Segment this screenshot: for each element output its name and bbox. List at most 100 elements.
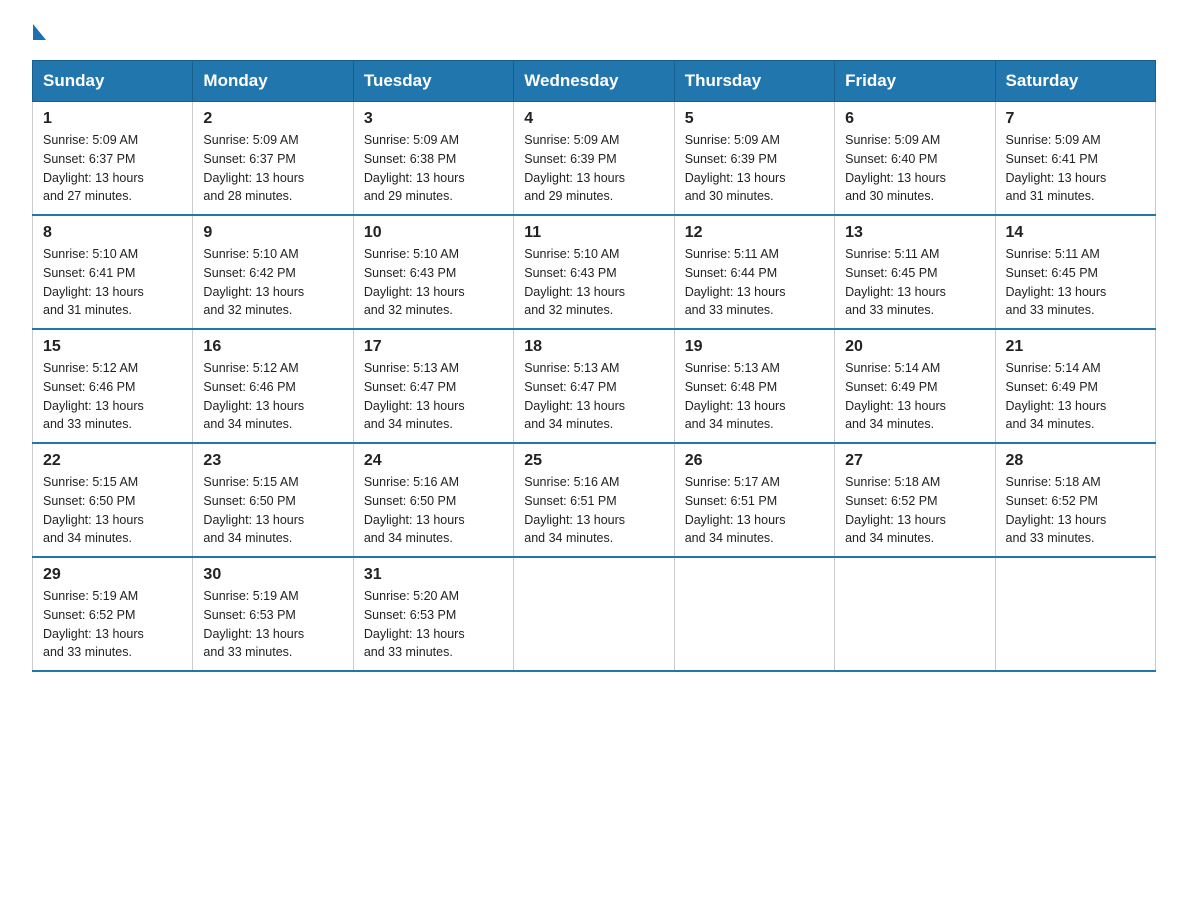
calendar-cell: 25 Sunrise: 5:16 AMSunset: 6:51 PMDaylig… <box>514 443 674 557</box>
day-number: 19 <box>685 338 824 356</box>
calendar-cell: 2 Sunrise: 5:09 AMSunset: 6:37 PMDayligh… <box>193 102 353 216</box>
week-row-2: 8 Sunrise: 5:10 AMSunset: 6:41 PMDayligh… <box>33 215 1156 329</box>
day-info: Sunrise: 5:17 AMSunset: 6:51 PMDaylight:… <box>685 475 786 545</box>
calendar-cell: 1 Sunrise: 5:09 AMSunset: 6:37 PMDayligh… <box>33 102 193 216</box>
calendar-cell: 20 Sunrise: 5:14 AMSunset: 6:49 PMDaylig… <box>835 329 995 443</box>
day-number: 31 <box>364 566 503 584</box>
day-info: Sunrise: 5:13 AMSunset: 6:48 PMDaylight:… <box>685 361 786 431</box>
page-header <box>32 24 1156 40</box>
header-wednesday: Wednesday <box>514 61 674 102</box>
day-info: Sunrise: 5:09 AMSunset: 6:41 PMDaylight:… <box>1006 133 1107 203</box>
day-number: 13 <box>845 224 984 242</box>
week-row-4: 22 Sunrise: 5:15 AMSunset: 6:50 PMDaylig… <box>33 443 1156 557</box>
day-info: Sunrise: 5:09 AMSunset: 6:39 PMDaylight:… <box>524 133 625 203</box>
calendar-cell: 7 Sunrise: 5:09 AMSunset: 6:41 PMDayligh… <box>995 102 1155 216</box>
day-number: 14 <box>1006 224 1145 242</box>
day-info: Sunrise: 5:19 AMSunset: 6:52 PMDaylight:… <box>43 589 144 659</box>
day-number: 16 <box>203 338 342 356</box>
calendar-cell: 10 Sunrise: 5:10 AMSunset: 6:43 PMDaylig… <box>353 215 513 329</box>
calendar-cell: 8 Sunrise: 5:10 AMSunset: 6:41 PMDayligh… <box>33 215 193 329</box>
week-row-1: 1 Sunrise: 5:09 AMSunset: 6:37 PMDayligh… <box>33 102 1156 216</box>
day-info: Sunrise: 5:14 AMSunset: 6:49 PMDaylight:… <box>1006 361 1107 431</box>
day-number: 21 <box>1006 338 1145 356</box>
day-number: 17 <box>364 338 503 356</box>
day-number: 23 <box>203 452 342 470</box>
day-info: Sunrise: 5:18 AMSunset: 6:52 PMDaylight:… <box>1006 475 1107 545</box>
day-info: Sunrise: 5:09 AMSunset: 6:37 PMDaylight:… <box>203 133 304 203</box>
calendar-cell: 21 Sunrise: 5:14 AMSunset: 6:49 PMDaylig… <box>995 329 1155 443</box>
day-number: 20 <box>845 338 984 356</box>
day-info: Sunrise: 5:16 AMSunset: 6:51 PMDaylight:… <box>524 475 625 545</box>
header-saturday: Saturday <box>995 61 1155 102</box>
day-number: 26 <box>685 452 824 470</box>
calendar-cell: 18 Sunrise: 5:13 AMSunset: 6:47 PMDaylig… <box>514 329 674 443</box>
day-info: Sunrise: 5:09 AMSunset: 6:39 PMDaylight:… <box>685 133 786 203</box>
calendar-header-row: SundayMondayTuesdayWednesdayThursdayFrid… <box>33 61 1156 102</box>
day-number: 18 <box>524 338 663 356</box>
calendar-cell: 6 Sunrise: 5:09 AMSunset: 6:40 PMDayligh… <box>835 102 995 216</box>
day-info: Sunrise: 5:10 AMSunset: 6:43 PMDaylight:… <box>364 247 465 317</box>
day-info: Sunrise: 5:13 AMSunset: 6:47 PMDaylight:… <box>364 361 465 431</box>
day-info: Sunrise: 5:15 AMSunset: 6:50 PMDaylight:… <box>43 475 144 545</box>
header-thursday: Thursday <box>674 61 834 102</box>
day-number: 29 <box>43 566 182 584</box>
calendar-cell: 12 Sunrise: 5:11 AMSunset: 6:44 PMDaylig… <box>674 215 834 329</box>
calendar-cell <box>514 557 674 671</box>
calendar-cell: 15 Sunrise: 5:12 AMSunset: 6:46 PMDaylig… <box>33 329 193 443</box>
day-info: Sunrise: 5:19 AMSunset: 6:53 PMDaylight:… <box>203 589 304 659</box>
calendar-cell: 28 Sunrise: 5:18 AMSunset: 6:52 PMDaylig… <box>995 443 1155 557</box>
day-number: 11 <box>524 224 663 242</box>
day-info: Sunrise: 5:09 AMSunset: 6:37 PMDaylight:… <box>43 133 144 203</box>
calendar-cell: 14 Sunrise: 5:11 AMSunset: 6:45 PMDaylig… <box>995 215 1155 329</box>
calendar-cell: 29 Sunrise: 5:19 AMSunset: 6:52 PMDaylig… <box>33 557 193 671</box>
calendar-cell: 31 Sunrise: 5:20 AMSunset: 6:53 PMDaylig… <box>353 557 513 671</box>
day-info: Sunrise: 5:09 AMSunset: 6:38 PMDaylight:… <box>364 133 465 203</box>
calendar-cell: 9 Sunrise: 5:10 AMSunset: 6:42 PMDayligh… <box>193 215 353 329</box>
calendar-cell: 24 Sunrise: 5:16 AMSunset: 6:50 PMDaylig… <box>353 443 513 557</box>
day-info: Sunrise: 5:11 AMSunset: 6:44 PMDaylight:… <box>685 247 786 317</box>
day-info: Sunrise: 5:11 AMSunset: 6:45 PMDaylight:… <box>1006 247 1107 317</box>
day-info: Sunrise: 5:11 AMSunset: 6:45 PMDaylight:… <box>845 247 946 317</box>
header-sunday: Sunday <box>33 61 193 102</box>
day-number: 12 <box>685 224 824 242</box>
day-number: 1 <box>43 110 182 128</box>
day-info: Sunrise: 5:13 AMSunset: 6:47 PMDaylight:… <box>524 361 625 431</box>
day-number: 24 <box>364 452 503 470</box>
day-info: Sunrise: 5:12 AMSunset: 6:46 PMDaylight:… <box>43 361 144 431</box>
day-info: Sunrise: 5:14 AMSunset: 6:49 PMDaylight:… <box>845 361 946 431</box>
week-row-3: 15 Sunrise: 5:12 AMSunset: 6:46 PMDaylig… <box>33 329 1156 443</box>
day-info: Sunrise: 5:10 AMSunset: 6:43 PMDaylight:… <box>524 247 625 317</box>
calendar-cell: 30 Sunrise: 5:19 AMSunset: 6:53 PMDaylig… <box>193 557 353 671</box>
day-info: Sunrise: 5:20 AMSunset: 6:53 PMDaylight:… <box>364 589 465 659</box>
day-number: 30 <box>203 566 342 584</box>
day-info: Sunrise: 5:16 AMSunset: 6:50 PMDaylight:… <box>364 475 465 545</box>
day-number: 6 <box>845 110 984 128</box>
day-info: Sunrise: 5:18 AMSunset: 6:52 PMDaylight:… <box>845 475 946 545</box>
day-info: Sunrise: 5:10 AMSunset: 6:41 PMDaylight:… <box>43 247 144 317</box>
day-number: 27 <box>845 452 984 470</box>
calendar-cell: 16 Sunrise: 5:12 AMSunset: 6:46 PMDaylig… <box>193 329 353 443</box>
calendar-cell: 23 Sunrise: 5:15 AMSunset: 6:50 PMDaylig… <box>193 443 353 557</box>
calendar-cell: 11 Sunrise: 5:10 AMSunset: 6:43 PMDaylig… <box>514 215 674 329</box>
logo <box>32 24 46 40</box>
week-row-5: 29 Sunrise: 5:19 AMSunset: 6:52 PMDaylig… <box>33 557 1156 671</box>
day-number: 15 <box>43 338 182 356</box>
day-number: 2 <box>203 110 342 128</box>
day-number: 9 <box>203 224 342 242</box>
calendar-cell: 22 Sunrise: 5:15 AMSunset: 6:50 PMDaylig… <box>33 443 193 557</box>
day-number: 7 <box>1006 110 1145 128</box>
calendar-cell: 17 Sunrise: 5:13 AMSunset: 6:47 PMDaylig… <box>353 329 513 443</box>
day-info: Sunrise: 5:12 AMSunset: 6:46 PMDaylight:… <box>203 361 304 431</box>
day-info: Sunrise: 5:15 AMSunset: 6:50 PMDaylight:… <box>203 475 304 545</box>
day-number: 5 <box>685 110 824 128</box>
calendar-cell: 26 Sunrise: 5:17 AMSunset: 6:51 PMDaylig… <box>674 443 834 557</box>
day-number: 10 <box>364 224 503 242</box>
calendar-cell: 13 Sunrise: 5:11 AMSunset: 6:45 PMDaylig… <box>835 215 995 329</box>
logo-triangle-icon <box>33 24 46 40</box>
header-friday: Friday <box>835 61 995 102</box>
day-info: Sunrise: 5:10 AMSunset: 6:42 PMDaylight:… <box>203 247 304 317</box>
calendar-cell <box>674 557 834 671</box>
calendar-table: SundayMondayTuesdayWednesdayThursdayFrid… <box>32 60 1156 672</box>
day-number: 25 <box>524 452 663 470</box>
calendar-cell: 5 Sunrise: 5:09 AMSunset: 6:39 PMDayligh… <box>674 102 834 216</box>
